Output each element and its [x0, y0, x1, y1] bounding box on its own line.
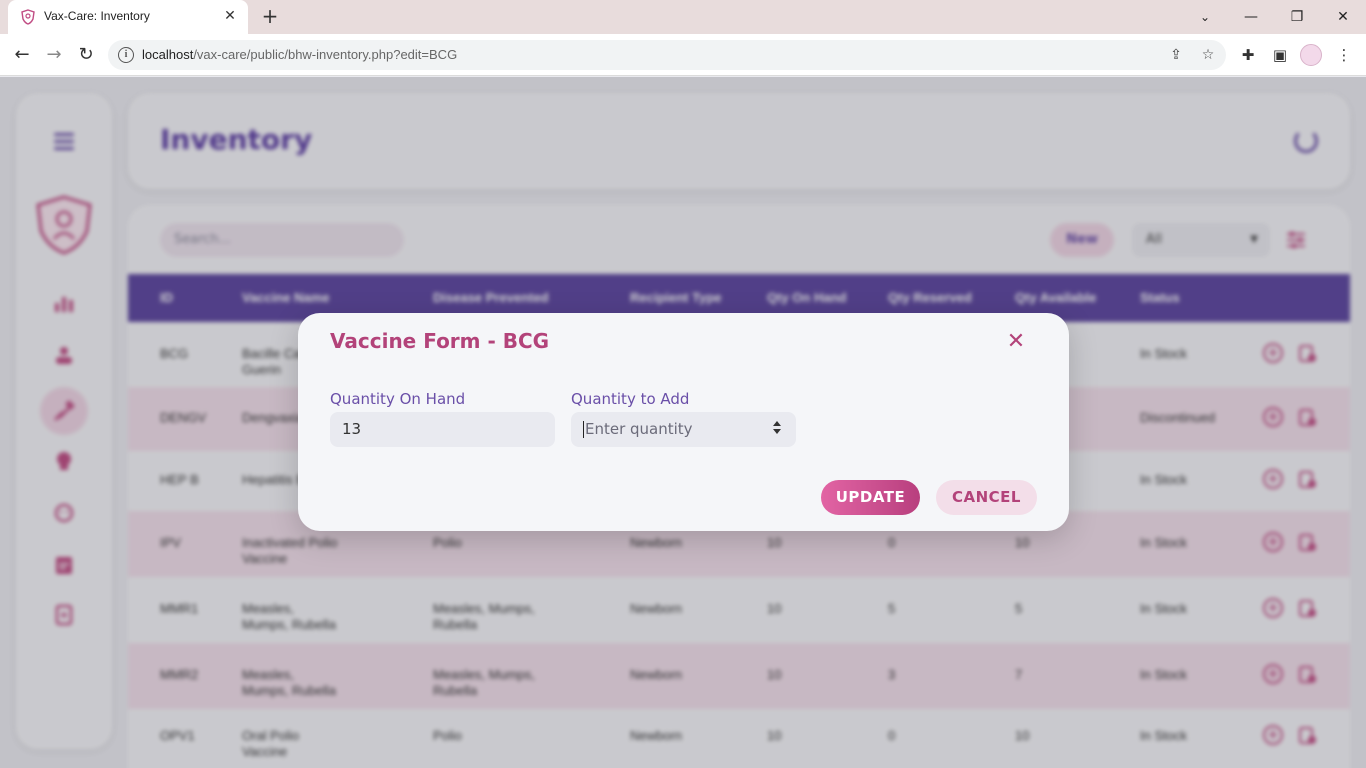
share-icon[interactable]: ⇪ [1167, 46, 1185, 64]
number-stepper-icon[interactable] [772, 421, 782, 437]
extensions-puzzle-icon[interactable]: ✚ [1236, 43, 1260, 67]
forward-arrow-icon[interactable]: → [42, 43, 66, 67]
quantity-on-hand-value: 13 [342, 420, 362, 438]
close-icon[interactable]: ✕ [1004, 330, 1028, 354]
browser-tab-strip: Vax-Care: Inventory ✕ + ⌄ — ❐ ✕ [0, 0, 1366, 34]
quantity-on-hand-label: Quantity On Hand [330, 390, 466, 408]
tab-title: Vax-Care: Inventory [44, 9, 150, 23]
update-button[interactable]: UPDATE [821, 480, 920, 515]
back-arrow-icon[interactable]: ← [10, 43, 34, 67]
browser-toolbar: ← → ↻ i localhost/vax-care/public/bhw-in… [0, 34, 1366, 76]
tab-close-icon[interactable]: ✕ [220, 6, 240, 26]
tab-search-chevron-icon[interactable]: ⌄ [1191, 3, 1219, 31]
modal-title: Vaccine Form - BCG [330, 329, 550, 353]
new-tab-plus-icon[interactable]: + [258, 5, 282, 29]
browser-menu-icon[interactable]: ⋮ [1332, 43, 1356, 67]
site-info-icon[interactable]: i [118, 47, 134, 63]
url-text: localhost/vax-care/public/bhw-inventory.… [142, 47, 458, 62]
quantity-to-add-input[interactable]: Enter quantity [571, 412, 796, 447]
browser-tab-active[interactable]: Vax-Care: Inventory ✕ [8, 0, 248, 34]
cancel-button[interactable]: CANCEL [936, 480, 1037, 515]
restore-icon[interactable]: ❐ [1283, 3, 1311, 31]
quantity-to-add-label: Quantity to Add [571, 390, 690, 408]
minimize-icon[interactable]: — [1237, 3, 1265, 31]
quantity-to-add-placeholder: Enter quantity [585, 420, 693, 438]
address-bar[interactable]: i localhost/vax-care/public/bhw-inventor… [108, 40, 1226, 70]
vaccine-form-modal: Vaccine Form - BCG ✕ Quantity On Hand 13… [298, 313, 1069, 531]
bookmark-star-icon[interactable]: ☆ [1199, 46, 1217, 64]
window-close-icon[interactable]: ✕ [1329, 3, 1357, 31]
shield-logo-icon [21, 9, 35, 25]
text-cursor [583, 421, 584, 438]
reload-icon[interactable]: ↻ [74, 43, 98, 67]
side-panel-icon[interactable]: ▣ [1268, 43, 1292, 67]
quantity-on-hand-field[interactable]: 13 [330, 412, 555, 447]
profile-avatar[interactable] [1300, 44, 1322, 66]
